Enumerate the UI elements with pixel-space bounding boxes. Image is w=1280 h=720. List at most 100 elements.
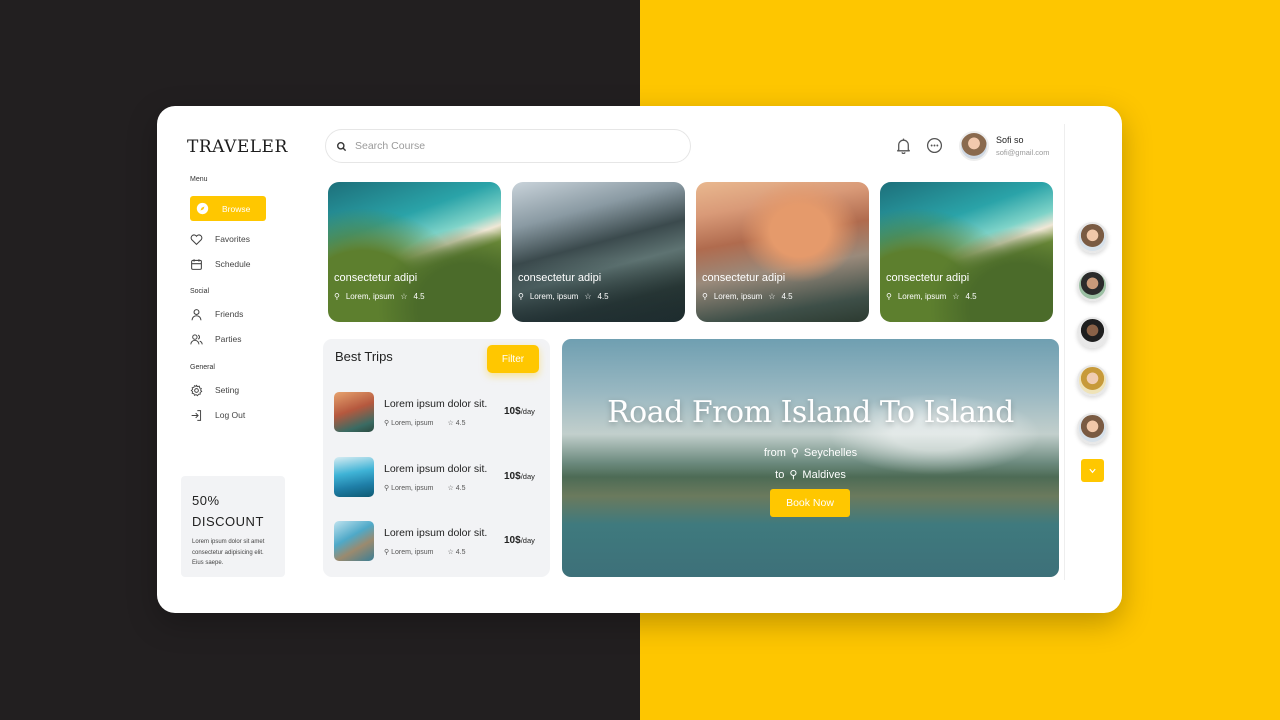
trip-location: Lorem, ipsum (391, 485, 434, 492)
location-pin-icon: ⚲ (384, 485, 390, 492)
destination-location: Lorem, ipsum (529, 292, 579, 301)
destination-meta: ⚲ Lorem, ipsum ☆ 4.5 (702, 292, 793, 301)
search-input[interactable] (355, 140, 655, 152)
trip-meta: ⚲ Lorem, ipsum ☆ 4.5 (384, 484, 465, 492)
sidebar-item-label: Log Out (215, 410, 246, 420)
friend-avatar[interactable] (1077, 222, 1108, 253)
trip-name: Lorem ipsum dolor sit. (384, 527, 488, 539)
sidebar-item-label: Browse (222, 203, 251, 214)
trip-rating: 4.5 (455, 420, 466, 427)
star-icon: ☆ (447, 485, 454, 492)
sidebar-item-friends[interactable]: Friends (190, 304, 266, 324)
trip-list-item[interactable]: Lorem ipsum dolor sit. ⚲ Lorem, ipsum ☆ … (334, 457, 544, 497)
discount-text: Lorem ipsum dolor sit amet consectetur a… (192, 539, 265, 566)
friend-avatar[interactable] (1077, 365, 1108, 396)
hero-to-label: to (775, 468, 785, 481)
destination-card[interactable]: consectetur adipi ⚲ Lorem, ipsum ☆ 4.5 (696, 182, 869, 322)
location-pin-icon: ⚲ (789, 469, 798, 481)
trip-rating: 4.5 (455, 485, 466, 492)
filter-button[interactable]: Filter (487, 345, 539, 373)
sidebar-item-schedule[interactable]: Schedule (190, 254, 266, 274)
trip-price: 10$/day (504, 471, 535, 482)
trip-name: Lorem ipsum dolor sit. (384, 398, 488, 410)
best-trips-heading: Best Trips (335, 349, 393, 364)
general-section-label: General (190, 364, 215, 371)
location-pin-icon: ⚲ (334, 292, 340, 301)
hero-banner: Road From Island To Island from ⚲ Seyche… (562, 339, 1059, 577)
star-icon: ☆ (447, 549, 454, 556)
friend-avatar[interactable] (1077, 317, 1108, 348)
sidebar-item-parties[interactable]: Parties (190, 329, 266, 349)
book-now-button[interactable]: Book Now (770, 489, 850, 517)
heart-icon (190, 233, 203, 245)
logout-icon (191, 409, 202, 421)
compass-icon (196, 202, 209, 215)
hero-from-label: from (763, 446, 786, 459)
trip-thumbnail (334, 521, 374, 561)
destination-meta: ⚲ Lorem, ipsum ☆ 4.5 (886, 292, 977, 301)
hero-from-place: Seychelles (803, 446, 858, 459)
trip-list-item[interactable]: Lorem ipsum dolor sit. ⚲ Lorem, ipsum ☆ … (334, 521, 544, 561)
chat-icon[interactable] (926, 137, 943, 154)
destination-rating: 4.5 (597, 292, 609, 301)
user-avatar[interactable] (959, 131, 989, 161)
trip-thumbnail (334, 392, 374, 432)
sidebar-item-setting[interactable]: Seting (190, 380, 266, 400)
trip-price: 10$/day (504, 406, 535, 417)
destination-title: consectetur adipi (886, 272, 970, 284)
location-pin-icon: ⚲ (886, 292, 892, 301)
destination-card[interactable]: consectetur adipi ⚲ Lorem, ipsum ☆ 4.5 (512, 182, 685, 322)
destination-card[interactable]: consectetur adipi ⚲ Lorem, ipsum ☆ 4.5 (328, 182, 501, 322)
user-icon (191, 308, 202, 320)
destination-location: Lorem, ipsum (713, 292, 763, 301)
sidebar-item-label: Favorites (215, 234, 250, 244)
search-bar[interactable] (325, 129, 691, 163)
location-pin-icon: ⚲ (384, 420, 390, 427)
destination-meta: ⚲ Lorem, ipsum ☆ 4.5 (334, 292, 425, 301)
sidebar-item-favorites[interactable]: Favorites (190, 229, 266, 249)
hero-title: Road From Island To Island (607, 395, 1014, 430)
search-icon (337, 141, 347, 151)
app-window: TRAVELER Menu Browse Favorites Schedule … (157, 106, 1122, 613)
best-trips-panel: Best Trips Filter Lorem ipsum dolor sit.… (323, 339, 550, 577)
destination-location: Lorem, ipsum (345, 292, 395, 301)
location-pin-icon: ⚲ (384, 549, 390, 556)
hero-from: from ⚲ Seychelles (562, 446, 1059, 460)
discount-card[interactable]: 50% DISCOUNT Lorem ipsum dolor sit amet … (181, 476, 285, 577)
hero-to: to ⚲ Maldives (562, 468, 1059, 482)
star-icon: ☆ (447, 420, 454, 427)
sidebar-item-label: Schedule (215, 259, 251, 269)
user-email: sofi@gmail.com (996, 148, 1050, 157)
trip-price: 10$/day (504, 535, 535, 546)
destination-card[interactable]: consectetur adipi ⚲ Lorem, ipsum ☆ 4.5 (880, 182, 1053, 322)
gear-icon (190, 384, 203, 396)
destination-meta: ⚲ Lorem, ipsum ☆ 4.5 (518, 292, 609, 301)
friend-avatar[interactable] (1077, 413, 1108, 444)
bell-icon[interactable] (895, 137, 912, 154)
sidebar-item-logout[interactable]: Log Out (190, 405, 266, 425)
friend-avatar[interactable] (1077, 270, 1108, 301)
chevron-down-icon (1089, 468, 1096, 474)
sidebar-item-browse[interactable]: Browse (190, 196, 266, 221)
trip-location: Lorem, ipsum (391, 549, 434, 556)
discount-title: DISCOUNT (192, 514, 264, 529)
trip-rating: 4.5 (455, 549, 466, 556)
destination-title: consectetur adipi (334, 272, 418, 284)
location-pin-icon: ⚲ (790, 447, 799, 459)
trip-list-item[interactable]: Lorem ipsum dolor sit. ⚲ Lorem, ipsum ☆ … (334, 392, 544, 432)
destination-location: Lorem, ipsum (897, 292, 947, 301)
users-icon (190, 333, 203, 344)
location-pin-icon: ⚲ (702, 292, 708, 301)
destination-rating: 4.5 (781, 292, 793, 301)
rail-divider (1064, 124, 1065, 580)
sidebar-item-label: Parties (215, 334, 242, 344)
social-section-label: Social (190, 288, 210, 295)
trip-meta: ⚲ Lorem, ipsum ☆ 4.5 (384, 419, 465, 427)
discount-percent: 50% (192, 493, 220, 508)
sidebar-item-label: Friends (215, 309, 244, 319)
calendar-icon (191, 258, 202, 270)
destination-title: consectetur adipi (702, 272, 786, 284)
star-icon: ☆ (952, 292, 960, 301)
trip-meta: ⚲ Lorem, ipsum ☆ 4.5 (384, 548, 465, 556)
expand-friends-button[interactable] (1081, 459, 1104, 482)
